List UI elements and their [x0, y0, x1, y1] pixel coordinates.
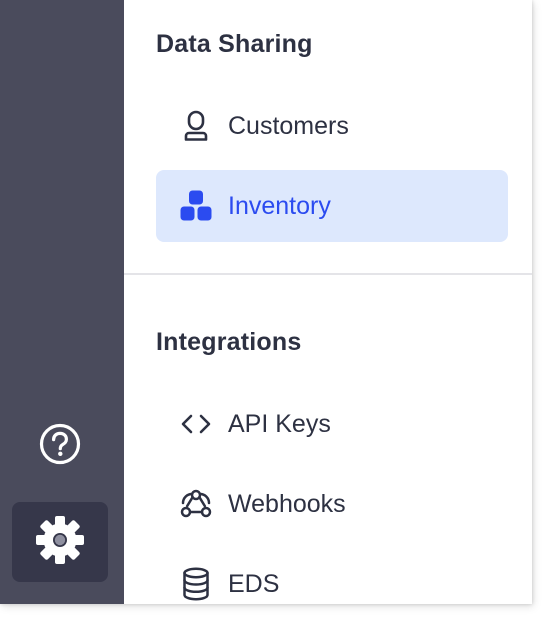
database-icon [178, 566, 214, 602]
nav-item-label: API Keys [228, 409, 331, 438]
code-brackets-icon [178, 406, 214, 442]
nav-item-label: Webhooks [228, 489, 346, 518]
nav-item-api-keys[interactable]: API Keys [156, 388, 508, 460]
user-icon [178, 108, 214, 144]
nav-item-customers[interactable]: Customers [156, 90, 508, 162]
nav-item-label: EDS [228, 569, 280, 598]
nav-item-label: Inventory [228, 191, 331, 220]
section-title-data-sharing: Data Sharing [156, 30, 313, 58]
icon-rail [0, 0, 124, 604]
nav-item-inventory[interactable]: Inventory [156, 170, 508, 242]
question-circle-icon [38, 422, 82, 471]
settings-button[interactable] [12, 502, 108, 582]
nav-item-webhooks[interactable]: Webhooks [156, 468, 508, 540]
help-button[interactable] [34, 420, 86, 472]
nav-item-eds[interactable]: EDS [156, 548, 508, 604]
section-divider [124, 273, 532, 275]
settings-nav-panel: Data Sharing Customers Inventory Integra… [124, 0, 532, 604]
nav-item-label: Customers [228, 111, 349, 140]
section-title-integrations: Integrations [156, 328, 302, 356]
boxes-icon [178, 188, 214, 224]
app-window: Data Sharing Customers Inventory Integra… [0, 0, 532, 604]
gear-icon [35, 515, 85, 570]
webhook-icon [178, 486, 214, 522]
